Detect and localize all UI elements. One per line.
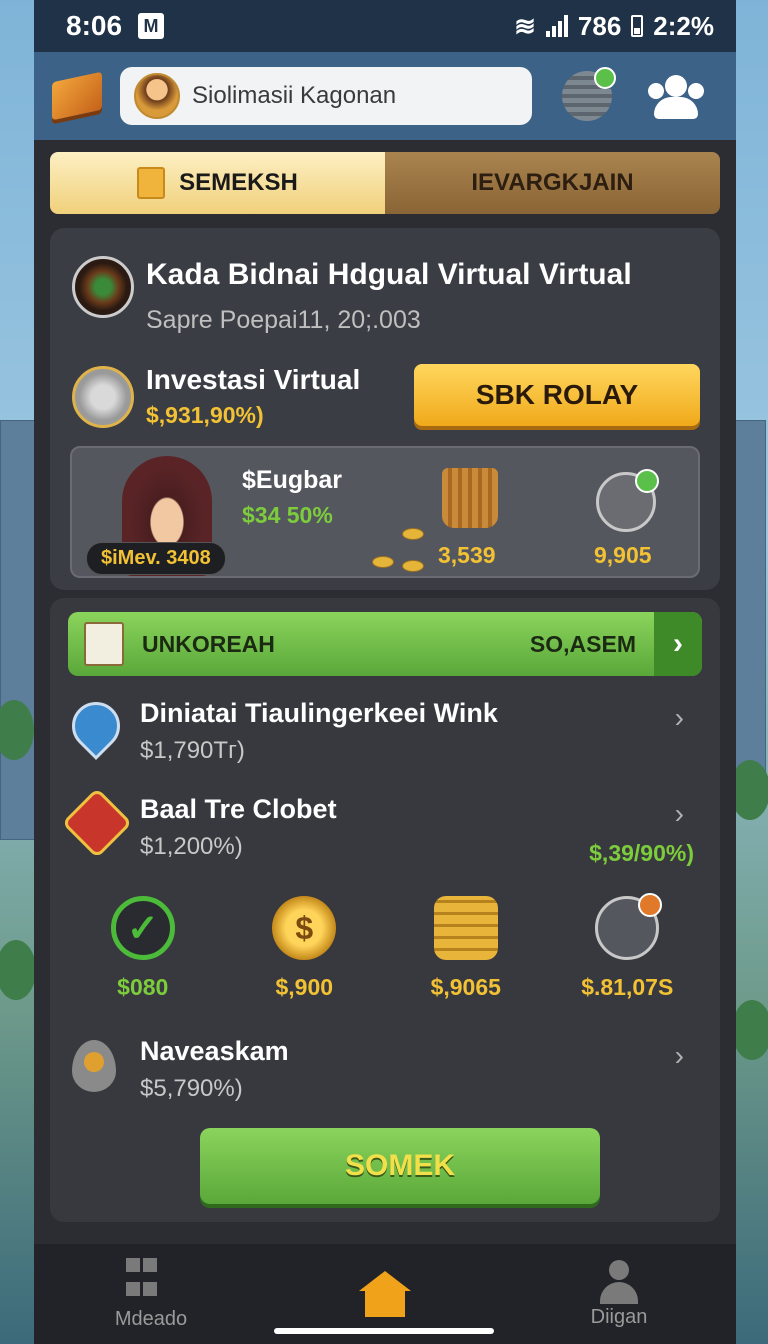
plant-icon <box>72 256 134 318</box>
friends-icon[interactable] <box>646 71 706 121</box>
list-panel: UNKOREAH SO,ASEM › Diniatai Tiaulingerke… <box>50 598 720 1222</box>
book-icon[interactable] <box>48 67 106 125</box>
location-pin-icon <box>72 1040 128 1096</box>
business-subtitle: Sapre Poepai11, 20;.003 <box>146 306 421 334</box>
silver-coin-icon <box>72 365 134 428</box>
clock: 8:06 <box>66 10 123 41</box>
network-label: 786 <box>577 10 622 41</box>
bottom-nav: Mdeado Diigan <box>34 1244 736 1344</box>
chevron-right-icon: › <box>674 1040 684 1071</box>
stat-value: 9,905 <box>594 542 652 568</box>
chevron-right-icon[interactable]: › <box>654 612 702 676</box>
list-item[interactable]: Baal Tre Clobet $1,200%) › $,39/90%) <box>61 787 698 866</box>
tree <box>732 1000 768 1060</box>
battery-percent: 2:2% <box>653 10 714 41</box>
stat-label: $,9065 <box>430 974 501 1000</box>
wifi-icon: ≋ <box>514 10 536 41</box>
basket-icon <box>442 468 498 528</box>
character-name-tag: $iMev. 3408 <box>86 542 226 575</box>
investment-title: Investasi Virtual <box>146 364 361 395</box>
list-item-title: Diniatai Tiaulingerkeei Wink <box>140 698 498 728</box>
list-item-title: Naveaskam <box>140 1036 289 1066</box>
battery-icon <box>631 15 644 37</box>
coin-icon <box>402 560 424 572</box>
stat-label: $080 <box>117 974 169 1000</box>
list-item-value: $1,200%) <box>140 833 243 860</box>
character-card[interactable]: $iMev. 3408 $Eugbar $34 50% 3,539 9,905 <box>70 446 700 578</box>
map-pin-icon <box>62 692 130 760</box>
nav-label: Mdeado <box>114 1307 188 1330</box>
home-indicator[interactable] <box>274 1328 494 1334</box>
list-item[interactable]: Naveaskam $5,790%) › <box>72 1036 698 1103</box>
person-icon <box>596 1259 642 1306</box>
ledger-icon <box>84 622 124 666</box>
stat-item[interactable]: $.81,07S <box>552 893 702 1001</box>
list-item-title: Baal Tre Clobet <box>140 794 337 824</box>
character-value: $34 50% <box>242 502 333 528</box>
grid-icon <box>126 1257 176 1304</box>
avatar <box>134 73 180 119</box>
business-header: Kada Bidnai Hdgual Virtual Virtual Sapre… <box>72 256 632 335</box>
player-name: Siolimasii Kagonan <box>192 82 397 109</box>
action-button[interactable]: SBK ROLAY <box>414 364 700 426</box>
character-name: $Eugbar <box>242 466 343 494</box>
nav-item-diigan[interactable]: Diigan <box>529 1259 709 1329</box>
check-circle-icon: ✓ <box>110 896 175 960</box>
nav-item-mdeado[interactable]: Mdeado <box>61 1257 241 1331</box>
key-icon[interactable] <box>596 469 659 532</box>
coin-stack-icon <box>433 896 498 960</box>
signal-icon <box>545 15 568 37</box>
stat-value: 3,539 <box>438 542 496 568</box>
document-icon <box>137 167 166 199</box>
banner-left-label: UNKOREAH <box>142 630 275 657</box>
globe-icon[interactable] <box>562 67 616 121</box>
dollar-badge-icon <box>61 787 133 859</box>
chevron-right-icon: › <box>674 798 684 829</box>
tab-bar: SEMEKSH IEVARGKJAIN <box>50 152 720 214</box>
gold-coin-icon: $ <box>272 896 337 960</box>
investment-value: $,931,90%) <box>146 402 264 428</box>
primary-button[interactable]: SOMEK <box>200 1128 600 1204</box>
status-bar: 8:06 M ≋ 786 2:2% <box>34 0 736 52</box>
banner-bar[interactable]: UNKOREAH SO,ASEM › <box>68 612 702 676</box>
list-item-value: $1,790Тг) <box>140 737 245 764</box>
stat-label: $.81,07S <box>581 974 674 1000</box>
tab-ievargkjain[interactable]: IEVARGKJAIN <box>385 152 720 214</box>
nav-label: Diigan <box>590 1305 648 1328</box>
building <box>0 420 36 840</box>
tab-semeksh[interactable]: SEMEKSH <box>50 152 385 214</box>
stat-item[interactable]: $,9065 <box>391 896 541 1001</box>
list-item-extra: $,39/90%) <box>589 840 694 866</box>
stat-item[interactable]: $ $,900 <box>229 896 379 1001</box>
phone-screen: 8:06 M ≋ 786 2:2% Siolimasii Kagonan SEM… <box>34 0 736 1344</box>
bell-icon <box>595 893 663 960</box>
nav-item-home[interactable] <box>295 1271 475 1317</box>
stat-label: $,900 <box>275 974 334 1000</box>
home-icon <box>359 1271 411 1317</box>
tab-label: SEMEKSH <box>179 169 298 196</box>
tree <box>0 940 36 1000</box>
app-header: Siolimasii Kagonan <box>34 52 736 140</box>
list-item[interactable]: Diniatai Tiaulingerkeei Wink $1,790Тг) › <box>62 692 698 765</box>
coin-icon <box>372 556 394 568</box>
player-name-box[interactable]: Siolimasii Kagonan <box>120 67 532 125</box>
list-item-value: $5,790%) <box>140 1075 243 1102</box>
stats-row: ✓ $080 $ $,900 $,9065 $.81,07S <box>50 893 720 1001</box>
chevron-right-icon: › <box>674 702 684 733</box>
investment-panel: Kada Bidnai Hdgual Virtual Virtual Sapre… <box>50 228 720 590</box>
stat-item[interactable]: ✓ $080 <box>68 896 218 1001</box>
coin-icon <box>402 528 424 540</box>
tab-label: IEVARGKJAIN <box>471 169 634 196</box>
banner-right-label: SO,ASEM <box>529 630 636 657</box>
notification-badge: M <box>138 13 165 39</box>
investment-row: Investasi Virtual $,931,90%) <box>72 364 360 429</box>
business-title: Kada Bidnai Hdgual Virtual Virtual <box>146 258 632 291</box>
